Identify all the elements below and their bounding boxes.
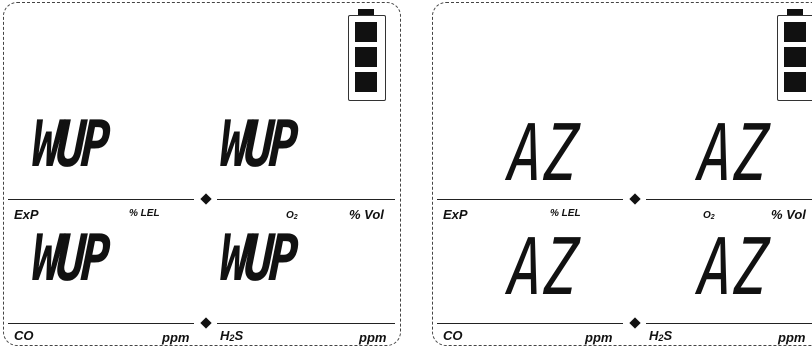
h2s-readout: AZ <box>696 223 772 313</box>
diamond-separator-icon <box>200 317 212 329</box>
ex-readout: WUP <box>30 108 108 182</box>
co-label: CO <box>14 328 34 343</box>
h2s-label: H2S <box>649 328 673 343</box>
vol-unit-label: % Vol <box>349 207 384 222</box>
o2-label: O2 <box>286 210 298 222</box>
h2s-unit-label: ppm <box>359 330 387 345</box>
co-label: CO <box>443 328 463 343</box>
divider-line <box>437 199 623 201</box>
h2s-label: H2S <box>220 328 244 343</box>
lel-unit-label: % LEL <box>550 208 581 219</box>
gas-monitor-display-right: AZ AZ ExP % LEL O2 % Vol AZ AZ CO ppm H2… <box>432 2 812 346</box>
divider-line <box>646 199 812 201</box>
divider-line <box>8 323 194 325</box>
diamond-separator-icon <box>200 193 212 205</box>
gas-monitor-display-left: WUP WUP ExP % LEL O2 % Vol WUP WUP CO pp… <box>3 2 401 346</box>
co-unit-label: ppm <box>162 330 190 345</box>
co-readout: AZ <box>506 223 582 313</box>
h2s-readout: WUP <box>218 222 296 296</box>
battery-full-icon <box>777 9 812 101</box>
o2-readout: AZ <box>696 109 772 199</box>
co-readout: WUP <box>30 222 108 296</box>
ex-readout: AZ <box>506 109 582 199</box>
h2s-unit-label: ppm <box>778 330 806 345</box>
o2-readout: WUP <box>218 108 296 182</box>
battery-full-icon <box>348 9 386 101</box>
vol-unit-label: % Vol <box>771 207 806 222</box>
divider-line <box>217 323 395 325</box>
divider-line <box>646 323 812 325</box>
ex-label: ExP <box>14 207 39 222</box>
divider-line <box>437 323 623 325</box>
divider-line <box>8 199 194 201</box>
co-unit-label: ppm <box>585 330 613 345</box>
o2-label: O2 <box>703 210 715 222</box>
diamond-separator-icon <box>629 317 641 329</box>
diamond-separator-icon <box>629 193 641 205</box>
ex-label: ExP <box>443 207 468 222</box>
divider-line <box>217 199 395 201</box>
lel-unit-label: % LEL <box>129 208 160 219</box>
